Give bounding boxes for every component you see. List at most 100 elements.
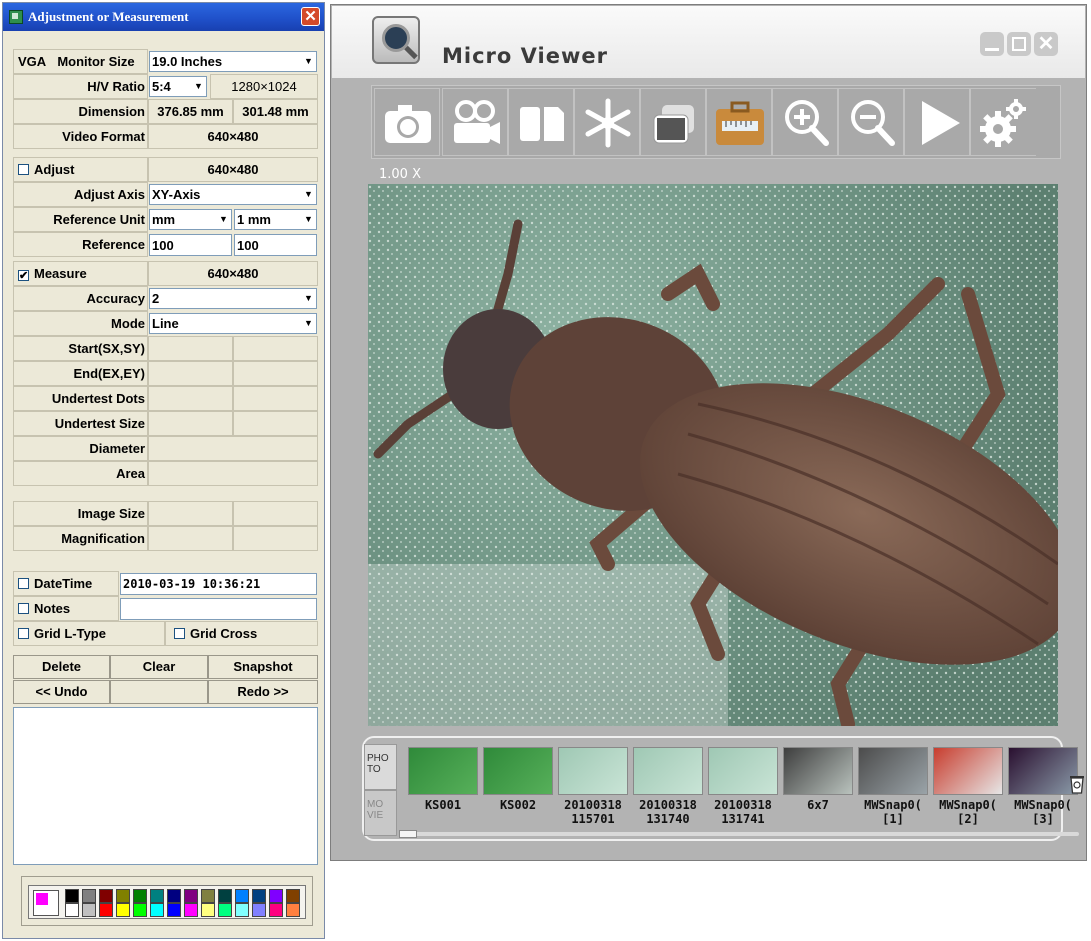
reference-step-select[interactable]: 1 mm ▼ [234, 209, 317, 230]
notes-checkbox-cell[interactable]: Notes [13, 596, 119, 621]
color-swatch[interactable] [218, 889, 232, 903]
snapshot-button[interactable]: Snapshot [208, 655, 318, 679]
color-swatch[interactable] [150, 903, 164, 917]
current-color[interactable] [33, 890, 59, 916]
reference-x-input[interactable]: 100 [149, 234, 232, 256]
thumbnail[interactable] [483, 747, 553, 795]
grid-cross-cell[interactable]: Grid Cross [165, 621, 318, 646]
datetime-checkbox[interactable] [18, 578, 29, 589]
reference-unit-select[interactable]: mm ▼ [149, 209, 232, 230]
minimize-button[interactable] [980, 32, 1004, 56]
maximize-button[interactable] [1007, 32, 1031, 56]
thumbnail[interactable] [558, 747, 628, 795]
measure-checkbox[interactable]: ✔ [18, 270, 29, 282]
grid-cross-checkbox[interactable] [174, 628, 185, 639]
tab-movie[interactable]: MO VIE [364, 790, 397, 836]
color-swatch[interactable] [184, 889, 198, 903]
color-swatch[interactable] [252, 903, 266, 917]
color-swatch[interactable] [235, 889, 249, 903]
play-button[interactable] [904, 88, 970, 156]
thumbnail-label-line1: KS002 [499, 798, 537, 812]
thumbnail[interactable] [633, 747, 703, 795]
mode-label: Mode [13, 311, 148, 336]
thumbnail[interactable] [783, 747, 853, 795]
color-swatch[interactable] [235, 903, 249, 917]
color-swatch[interactable] [65, 903, 79, 917]
tab-photo[interactable]: PHO TO [364, 744, 397, 790]
thumbnail[interactable] [933, 747, 1003, 795]
measurement-log[interactable] [13, 707, 318, 865]
monitor-size-select[interactable]: 19.0 Inches ▼ [149, 51, 317, 72]
microscope-image[interactable] [368, 184, 1058, 726]
blank-button [110, 680, 208, 704]
redo-button[interactable]: Redo >> [208, 680, 318, 704]
palette-frame [28, 885, 306, 919]
notes-input[interactable] [120, 598, 317, 620]
thumbnail[interactable] [708, 747, 778, 795]
color-swatch[interactable] [269, 889, 283, 903]
color-swatch[interactable] [116, 889, 130, 903]
reference-y-input[interactable]: 100 [234, 234, 317, 256]
color-swatch[interactable] [133, 889, 147, 903]
split-button[interactable] [508, 88, 574, 156]
notes-checkbox[interactable] [18, 603, 29, 614]
settings-button[interactable] [970, 88, 1036, 156]
color-swatch[interactable] [286, 889, 300, 903]
undo-button[interactable]: << Undo [13, 680, 110, 704]
color-swatch[interactable] [252, 889, 266, 903]
zoom-out-button[interactable] [838, 88, 904, 156]
adjust-row: Adjust 640×480 [13, 157, 318, 182]
dialog-titlebar[interactable]: Adjustment or Measurement ✕ [3, 3, 324, 31]
datetime-input[interactable]: 2010-03-19 10:36:21 [120, 573, 317, 595]
scrollbar-thumb[interactable] [399, 830, 417, 838]
delete-button[interactable]: Delete [13, 655, 110, 679]
close-button[interactable]: ✕ [301, 7, 320, 26]
clear-button[interactable]: Clear [110, 655, 208, 679]
measure-button[interactable] [706, 88, 772, 156]
grid-ltype-cell[interactable]: Grid L-Type [13, 621, 165, 646]
color-swatch[interactable] [99, 903, 113, 917]
adjust-checkbox[interactable] [18, 164, 29, 175]
thumbnail[interactable] [858, 747, 928, 795]
color-swatch[interactable] [167, 903, 181, 917]
video-button[interactable] [442, 88, 508, 156]
end-value-y [233, 361, 318, 386]
thumbnail[interactable] [408, 747, 478, 795]
camera-button[interactable] [374, 88, 440, 156]
measure-checkbox-cell[interactable]: ✔ Measure [13, 261, 148, 286]
reference-step-value: 1 mm [237, 212, 271, 227]
color-swatch[interactable] [65, 889, 79, 903]
color-swatch[interactable] [116, 903, 130, 917]
grid-ltype-checkbox[interactable] [18, 628, 29, 639]
color-swatch[interactable] [218, 903, 232, 917]
zoom-in-button[interactable] [772, 88, 838, 156]
datetime-checkbox-cell[interactable]: DateTime [13, 571, 119, 596]
undertest-size-value2 [233, 411, 318, 436]
thumbnail-label-line1: 6x7 [807, 798, 829, 812]
color-swatch[interactable] [82, 889, 96, 903]
adjust-axis-select[interactable]: XY-Axis ▼ [149, 184, 317, 205]
hv-ratio-select[interactable]: 5:4 ▼ [149, 76, 207, 97]
accuracy-select[interactable]: 2 ▼ [149, 288, 317, 309]
color-swatch[interactable] [133, 903, 147, 917]
adjust-checkbox-cell[interactable]: Adjust [13, 157, 148, 182]
start-row: Start(SX,SY) [13, 336, 318, 361]
viewer-header[interactable]: Micro Viewer ✕ [332, 6, 1085, 78]
color-swatch[interactable] [269, 903, 283, 917]
layers-button[interactable] [640, 88, 706, 156]
mode-select[interactable]: Line ▼ [149, 313, 317, 334]
thumbnail-label-line1: 20100318 [714, 798, 772, 812]
color-swatch[interactable] [99, 889, 113, 903]
color-swatch[interactable] [286, 903, 300, 917]
color-swatch[interactable] [184, 903, 198, 917]
color-swatch[interactable] [167, 889, 181, 903]
color-swatch[interactable] [201, 903, 215, 917]
color-swatch[interactable] [150, 889, 164, 903]
color-swatch[interactable] [82, 903, 96, 917]
recycle-bin-icon[interactable] [1068, 773, 1086, 795]
freeze-button[interactable] [574, 88, 640, 156]
accuracy-label: Accuracy [13, 286, 148, 311]
color-swatch[interactable] [201, 889, 215, 903]
thumbnail-scrollbar[interactable] [399, 830, 1079, 838]
close-window-button[interactable]: ✕ [1034, 32, 1058, 56]
